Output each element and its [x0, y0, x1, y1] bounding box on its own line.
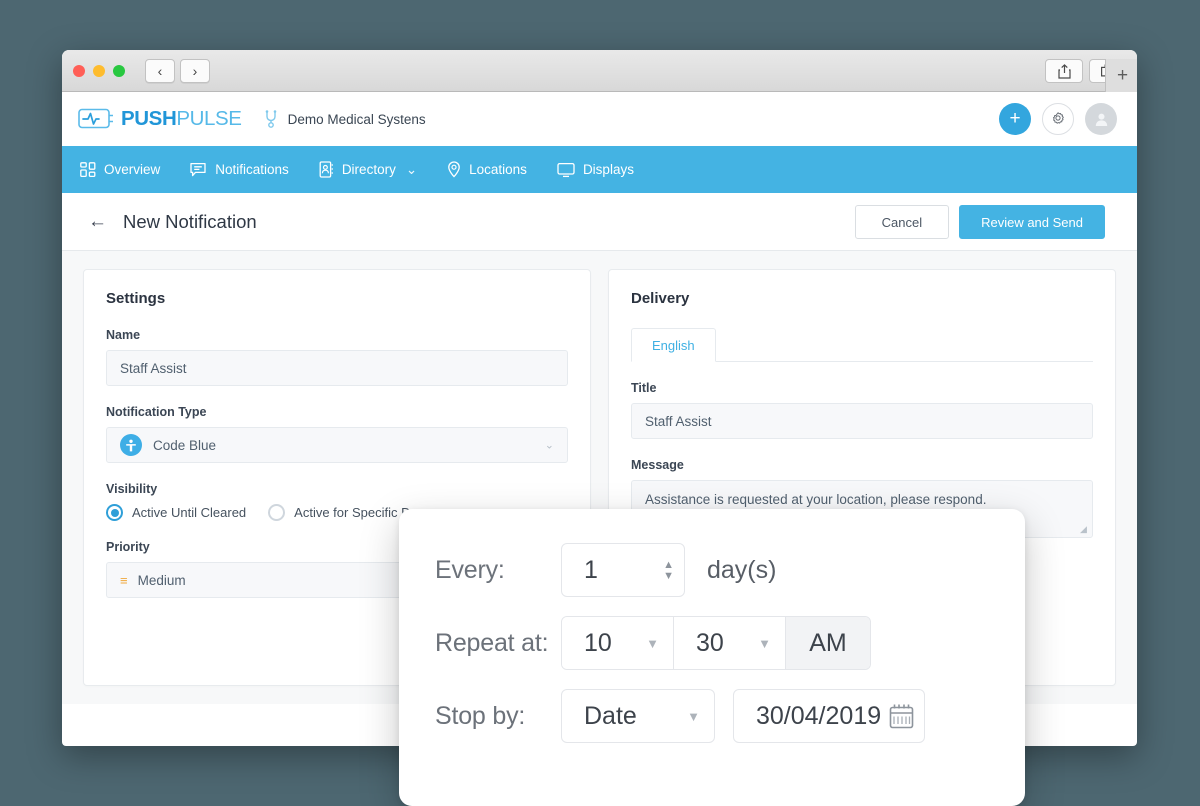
organization[interactable]: Demo Medical Systens [264, 110, 426, 128]
chevron-down-icon: ▼ [758, 635, 771, 651]
chat-icon [190, 162, 206, 176]
browser-nav-buttons: ‹ › [145, 58, 210, 83]
minute-select[interactable]: 30 ▼ [674, 617, 786, 669]
tab-english[interactable]: English [631, 328, 716, 362]
pin-icon [448, 161, 460, 178]
logo-pulse-text: PULSE [176, 107, 242, 130]
close-window-button[interactable] [73, 64, 85, 77]
every-unit-label: day(s) [707, 555, 777, 584]
avatar[interactable] [1085, 103, 1117, 135]
code-blue-person-icon [120, 434, 142, 456]
forward-button[interactable]: › [180, 58, 210, 83]
app-header-actions: + [999, 92, 1117, 146]
page-actions: Cancel Review and Send [854, 193, 1105, 251]
radio-active-until-cleared[interactable]: Active Until Cleared [106, 504, 246, 521]
back-button[interactable]: ‹ [145, 58, 175, 83]
add-button[interactable]: + [999, 103, 1031, 135]
traffic-lights [73, 64, 125, 77]
page-title: New Notification [123, 210, 257, 232]
delivery-title-field-group: Title Staff Assist [631, 381, 1093, 439]
minimize-window-button[interactable] [93, 64, 105, 77]
maximize-window-button[interactable] [113, 64, 125, 77]
monitor-icon [557, 162, 575, 177]
nav-label-overview: Overview [104, 162, 161, 177]
pulse-monitor-icon [78, 108, 113, 128]
name-field-group: Name Staff Assist [106, 328, 568, 386]
every-value: 1 [584, 555, 598, 584]
back-arrow-icon[interactable]: ← [88, 212, 107, 231]
settings-title: Settings [106, 290, 166, 307]
chevron-down-icon: ▼ [646, 635, 659, 651]
grid-icon [80, 161, 96, 177]
chevron-down-icon: ▼ [687, 708, 700, 724]
hour-select[interactable]: 10 ▼ [562, 617, 674, 669]
radio-label: Active Until Cleared [132, 505, 247, 520]
cancel-button[interactable]: Cancel [854, 205, 950, 239]
app-header: PUSHPULSE Demo Medical Systens + [62, 92, 1137, 146]
organization-name: Demo Medical Systens [287, 111, 426, 127]
delivery-title-input[interactable]: Staff Assist [631, 403, 1093, 439]
resize-handle[interactable]: ◢ [1080, 525, 1090, 535]
review-and-send-button[interactable]: Review and Send [959, 205, 1105, 239]
notification-type-label: Notification Type [106, 405, 207, 419]
name-label: Name [106, 328, 141, 342]
every-label: Every: [435, 555, 505, 584]
name-input[interactable]: Staff Assist [106, 350, 568, 386]
repeat-time-group: 10 ▼ 30 ▼ AM [561, 616, 871, 670]
stop-mode-value: Date [584, 701, 637, 730]
stop-by-row: Stop by: Date ▼ 30/04/2019 [435, 689, 989, 743]
message-value: Assistance is requested at your location… [645, 492, 987, 507]
browser-titlebar-right: + [1045, 50, 1137, 93]
visibility-label: Visibility [106, 482, 158, 496]
message-label: Message [631, 458, 684, 472]
stethoscope-icon [265, 110, 276, 128]
delivery-title: Delivery [631, 290, 690, 307]
nav-label-notifications: Notifications [215, 162, 289, 177]
stepper-down-icon[interactable]: ▼ [663, 570, 674, 581]
notification-type-value: Code Blue [153, 437, 217, 453]
meridiem-toggle[interactable]: AM [786, 617, 870, 669]
nav-item-directory[interactable]: Directory ⌄ [317, 157, 419, 182]
nav-item-notifications[interactable]: Notifications [188, 158, 291, 182]
share-icon[interactable] [1045, 59, 1083, 83]
language-tabs: English [631, 328, 1093, 362]
nav-label-displays: Displays [582, 162, 634, 177]
notification-type-field-group: Notification Type Code Blue ⌄ [106, 405, 568, 463]
notification-type-select[interactable]: Code Blue ⌄ [106, 427, 568, 463]
contacts-icon [319, 161, 333, 178]
nav-item-locations[interactable]: Locations [445, 157, 529, 182]
repeat-at-label: Repeat at: [435, 628, 549, 657]
nav-label-locations: Locations [469, 162, 527, 177]
main-navigation: Overview Notifications Directory ⌄ Locat… [62, 146, 1137, 193]
delivery-title-label: Title [631, 381, 657, 395]
page-header: ← New Notification Cancel Review and Sen… [62, 193, 1137, 251]
chevron-down-icon: ⌄ [544, 439, 554, 452]
radio-indicator [106, 504, 123, 521]
stepper-arrows-icon[interactable]: ▲ ▼ [663, 559, 674, 581]
stepper-up-icon[interactable]: ▲ [663, 559, 674, 570]
calendar-icon[interactable] [889, 703, 914, 729]
minute-value: 30 [696, 628, 724, 657]
priority-value: Medium [137, 572, 186, 588]
repeat-at-row: Repeat at: 10 ▼ 30 ▼ AM [435, 616, 989, 670]
logo-push-text: PUSH [121, 107, 177, 130]
stop-date-input[interactable]: 30/04/2019 [733, 689, 925, 743]
gear-icon[interactable] [1042, 103, 1074, 135]
nav-item-overview[interactable]: Overview [78, 158, 162, 182]
brand-logo[interactable]: PUSHPULSE [78, 107, 242, 131]
hour-value: 10 [584, 628, 612, 657]
nav-item-displays[interactable]: Displays [555, 158, 636, 182]
recurrence-overlay-panel: Every: 1 ▲ ▼ day(s) Repeat at: 10 ▼ 30 ▼… [399, 509, 1025, 806]
browser-titlebar: ‹ › + [62, 50, 1137, 93]
stop-date-value: 30/04/2019 [756, 701, 882, 730]
every-stepper[interactable]: 1 ▲ ▼ [561, 543, 685, 597]
stop-by-label: Stop by: [435, 701, 526, 730]
radio-indicator [268, 504, 286, 521]
every-row: Every: 1 ▲ ▼ day(s) [435, 543, 989, 597]
stop-mode-select[interactable]: Date ▼ [561, 689, 715, 743]
equals-medium-icon: ≡ [120, 572, 128, 588]
chevron-down-icon: ⌄ [405, 161, 418, 177]
nav-label-directory: Directory [341, 162, 396, 177]
new-tab-button[interactable]: + [1105, 59, 1137, 93]
